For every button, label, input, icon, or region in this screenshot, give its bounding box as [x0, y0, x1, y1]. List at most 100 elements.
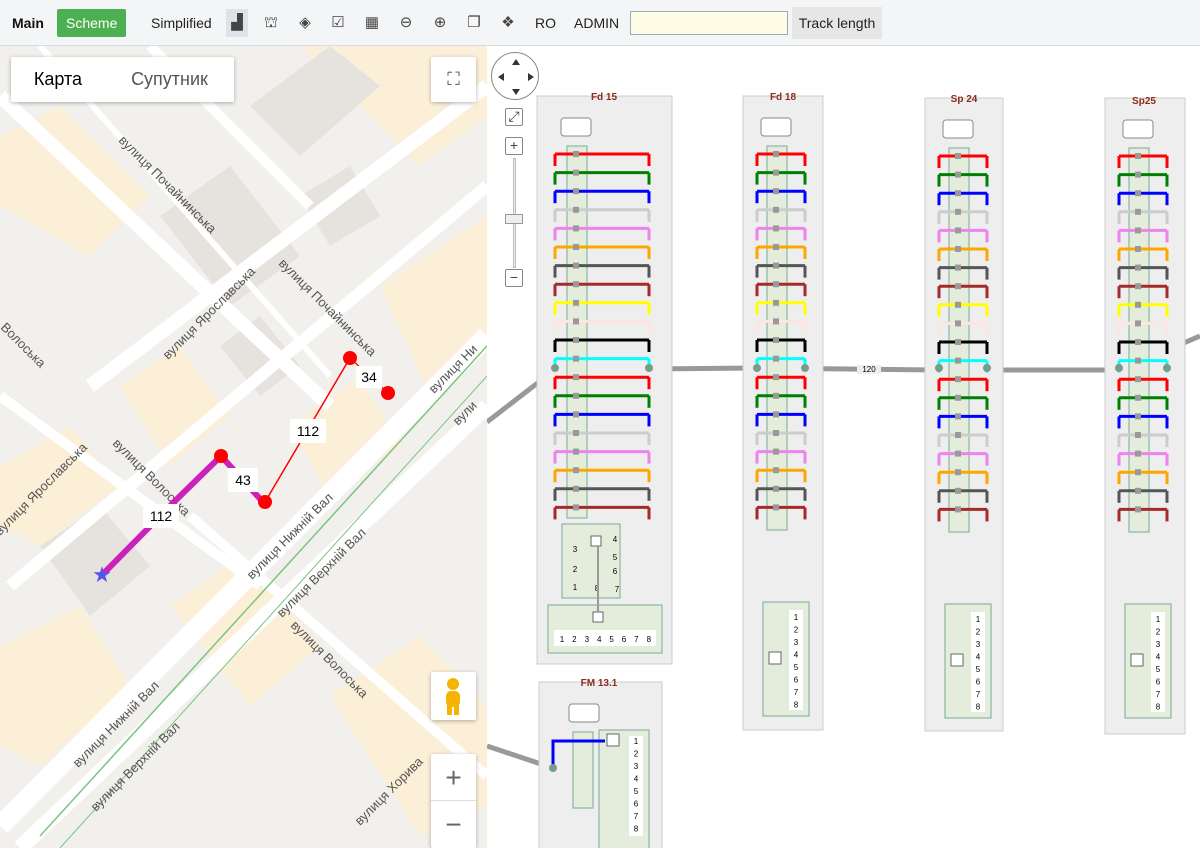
cable-length-label: 120 — [862, 365, 876, 374]
splitter-port-number: 8 — [794, 701, 799, 710]
scheme-tab[interactable]: Scheme — [57, 9, 127, 37]
splitter-port-number: 4 — [613, 535, 618, 544]
splice-point — [1135, 208, 1141, 215]
cable-port[interactable] — [1115, 364, 1123, 372]
splice-point — [573, 169, 579, 176]
simplified-toggle[interactable]: Simplified — [151, 9, 212, 37]
splitter-node[interactable] — [606, 733, 620, 747]
calendar-icon[interactable]: ▦ — [361, 9, 383, 37]
splitter-port-number: 4 — [1156, 653, 1161, 662]
map-type-satellite-button[interactable]: Супутник — [105, 57, 234, 102]
closure-icon[interactable] — [568, 703, 600, 723]
cable-port[interactable] — [645, 364, 653, 372]
splice-point — [573, 411, 579, 418]
dropbox-icon[interactable]: ❖ — [497, 9, 519, 37]
closure-icon[interactable] — [760, 117, 792, 137]
arrow-left-icon[interactable]: ⊖ — [395, 9, 417, 37]
zoom-slider-track[interactable] — [513, 158, 516, 268]
zoom-in-button[interactable]: + — [431, 754, 476, 801]
cable-port[interactable] — [801, 364, 809, 372]
pegman-icon[interactable] — [431, 672, 476, 720]
closure-icon[interactable] — [1122, 119, 1154, 139]
splice-point — [773, 318, 779, 325]
cable-port[interactable] — [551, 364, 559, 372]
map-node[interactable] — [258, 495, 272, 509]
splice-point — [573, 188, 579, 195]
splice-point — [773, 392, 779, 399]
fullscreen-icon[interactable]: ⛶ — [431, 57, 476, 102]
splice-point — [1135, 171, 1141, 178]
splitter-port-number: 4 — [634, 775, 639, 784]
map-canvas[interactable]: вулиця Почайнинська вулиця Почайнинська … — [0, 46, 487, 848]
scheme-zoom-in-button[interactable]: + — [505, 137, 523, 155]
splice-point — [955, 208, 961, 215]
splice-point — [1135, 432, 1141, 438]
splice-point — [573, 448, 579, 455]
splice-point — [955, 283, 961, 290]
scheme-panel[interactable]: 1203214567812345678123456781234567812345… — [487, 46, 1200, 848]
splice-point — [773, 151, 779, 157]
map-panel[interactable]: вулиця Почайнинська вулиця Почайнинська … — [0, 46, 487, 848]
zoom-out-button[interactable]: − — [431, 801, 476, 848]
splice-point — [773, 244, 779, 250]
splice-point — [773, 188, 779, 195]
splice-point — [955, 171, 961, 178]
map-node[interactable] — [343, 351, 357, 365]
map-node[interactable] — [214, 449, 228, 463]
splitter-node[interactable] — [590, 535, 602, 547]
splice-point — [773, 225, 779, 232]
splitter-node[interactable] — [768, 651, 782, 665]
checkbox-icon[interactable]: ☑ — [327, 9, 349, 37]
main-tab[interactable]: Main — [12, 9, 44, 37]
splice-point — [955, 153, 961, 159]
output-node[interactable] — [592, 611, 604, 623]
arrow-right-icon[interactable]: ⊕ — [429, 9, 451, 37]
app-root: Main Scheme Simplified ▟ ⛫ ◈ ☑ ▦ ⊖ ⊕ ❐ ❖… — [0, 0, 1200, 848]
splice-point — [955, 376, 961, 383]
output-port-number: 6 — [622, 635, 627, 644]
output-port-number: 4 — [597, 635, 602, 644]
pan-control[interactable] — [491, 52, 539, 100]
star-marker-icon[interactable]: ★ — [92, 562, 112, 587]
ro-label[interactable]: RO — [535, 9, 556, 37]
output-port-number: 1 — [560, 635, 565, 644]
zoom-slider-handle[interactable] — [505, 214, 523, 224]
fit-icon[interactable]: ⤢ — [505, 108, 523, 126]
splitter-node[interactable] — [1130, 653, 1144, 667]
layers-icon[interactable]: ◈ — [294, 9, 316, 37]
track-length-button[interactable]: Track length — [792, 7, 882, 39]
splice-point — [573, 430, 579, 436]
splitter-port-number: 6 — [976, 678, 981, 687]
splice-point — [773, 374, 779, 381]
map-type-map-button[interactable]: Карта — [11, 57, 105, 102]
cable-port[interactable] — [935, 364, 943, 372]
search-input[interactable] — [630, 11, 788, 35]
splice-point — [1135, 153, 1141, 159]
splitter-port-number: 1 — [634, 737, 639, 746]
copy-icon[interactable]: ❐ — [463, 9, 485, 37]
admin-label[interactable]: ADMIN — [574, 9, 619, 37]
cable-port[interactable] — [1163, 364, 1171, 372]
splice-point — [955, 227, 961, 234]
cable-port[interactable] — [753, 364, 761, 372]
splitter-port-number: 1 — [794, 613, 799, 622]
splitter-port-number: 3 — [1156, 640, 1161, 649]
splice-point — [955, 339, 961, 345]
scheme-canvas[interactable]: 1203214567812345678123456781234567812345… — [487, 46, 1200, 848]
splitter-node[interactable] — [950, 653, 964, 667]
cable-port[interactable] — [983, 364, 991, 372]
map-node[interactable] — [381, 386, 395, 400]
splice-point — [573, 392, 579, 399]
scheme-zoom-out-button[interactable]: − — [505, 269, 523, 287]
splice-point — [1135, 357, 1141, 364]
splice-point — [1135, 190, 1141, 197]
tree-icon[interactable]: ⛫ — [260, 9, 282, 37]
splice-point — [773, 467, 779, 474]
closure-icon[interactable] — [560, 117, 592, 137]
cable-port[interactable] — [549, 764, 557, 772]
splice-point — [773, 485, 779, 492]
closure-icon[interactable] — [942, 119, 974, 139]
splice-point — [955, 264, 961, 271]
map-icon[interactable]: ▟ — [226, 9, 248, 37]
splice-point — [773, 206, 779, 213]
